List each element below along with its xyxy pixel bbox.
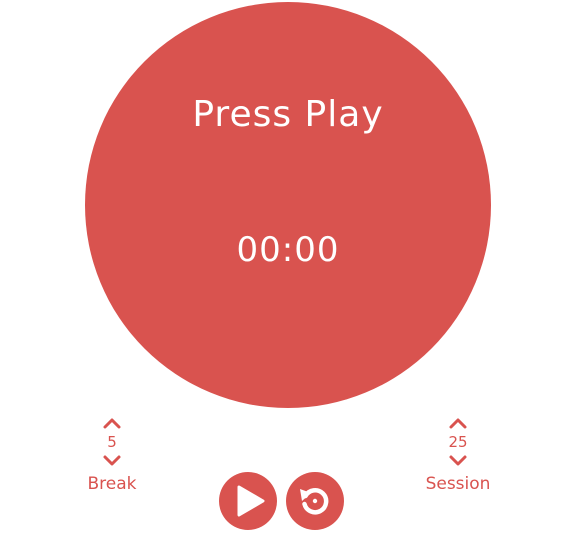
- chevron-down-icon: [449, 455, 467, 466]
- session-increment-button[interactable]: [448, 416, 468, 430]
- break-control: 5 Break: [72, 416, 152, 494]
- session-length-value: 25: [448, 433, 468, 451]
- reset-icon: [300, 488, 329, 515]
- session-decrement-button[interactable]: [448, 454, 468, 468]
- break-label: Break: [87, 474, 137, 494]
- chevron-down-icon: [103, 455, 121, 466]
- session-control: 25 Session: [418, 416, 498, 494]
- timer-circle: Press Play 00:00: [85, 2, 491, 408]
- pomodoro-app: Press Play 00:00 5 Break 25 Session: [0, 0, 588, 543]
- break-decrement-button[interactable]: [102, 454, 122, 468]
- chevron-up-icon: [103, 418, 121, 429]
- play-icon: [237, 485, 265, 517]
- timer-display: 00:00: [236, 230, 340, 270]
- play-button[interactable]: [219, 472, 277, 530]
- reset-button[interactable]: [286, 472, 344, 530]
- session-label: Session: [425, 474, 491, 494]
- timer-status: Press Play: [192, 94, 384, 135]
- break-increment-button[interactable]: [102, 416, 122, 430]
- chevron-up-icon: [449, 418, 467, 429]
- break-length-value: 5: [107, 433, 117, 451]
